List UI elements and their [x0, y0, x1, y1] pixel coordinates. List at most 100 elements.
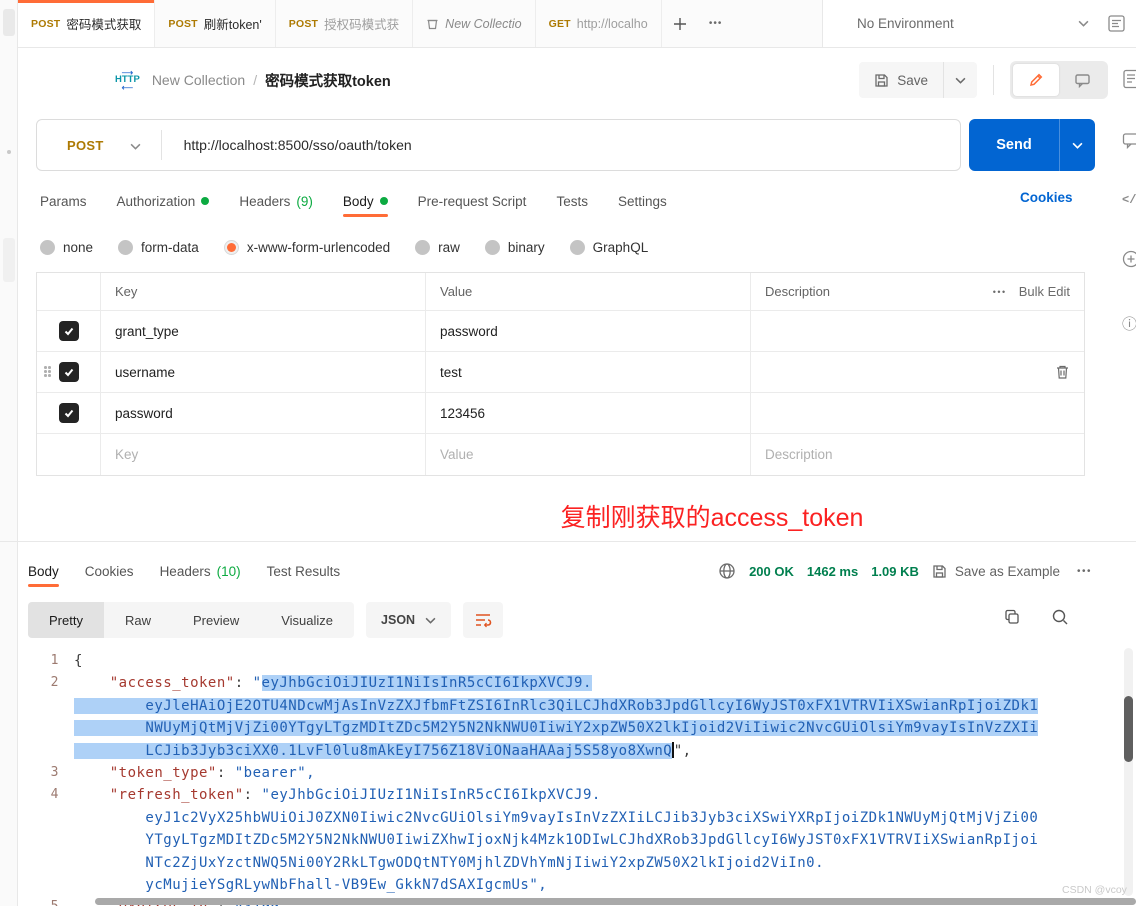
- method-selector[interactable]: POST: [67, 138, 104, 153]
- view-mode-visualize[interactable]: Visualize: [260, 602, 354, 638]
- network-globe-icon[interactable]: [718, 562, 736, 580]
- breadcrumb-collection[interactable]: New Collection: [152, 72, 245, 88]
- kv-value-input[interactable]: password: [426, 311, 751, 351]
- kv-key-input[interactable]: username: [101, 352, 426, 392]
- request-header-row: ⟶ HTTP ⟵ New Collection / 密码模式获取token Save: [18, 48, 1136, 112]
- check-icon: [64, 409, 73, 418]
- request-subtab-headers[interactable]: Headers (9): [239, 194, 313, 209]
- save-options-button[interactable]: [943, 62, 977, 98]
- comments-icon[interactable]: [1122, 132, 1136, 154]
- line-number: 1: [50, 653, 59, 668]
- body-type-form-data[interactable]: form-data: [118, 239, 199, 255]
- format-selector[interactable]: JSON: [366, 602, 452, 638]
- workspace-tab[interactable]: GET http://localho: [536, 0, 662, 47]
- search-response-button[interactable]: [1051, 608, 1069, 626]
- view-mode-preview[interactable]: Preview: [172, 602, 260, 638]
- green-dot-icon: [201, 197, 210, 205]
- related-requests-icon[interactable]: [1122, 250, 1136, 273]
- info-icon[interactable]: ⓘ: [1122, 313, 1136, 334]
- scrollbar-thumb[interactable]: [1124, 696, 1133, 762]
- response-tab-test-results[interactable]: Test Results: [267, 564, 341, 579]
- kv-description-input[interactable]: Description: [751, 434, 1084, 475]
- drag-handle-icon[interactable]: [44, 366, 52, 378]
- body-type-binary[interactable]: binary: [484, 239, 545, 255]
- kv-description-input[interactable]: [751, 311, 1084, 351]
- request-subtab-pre-request-script[interactable]: Pre-request Script: [418, 194, 527, 209]
- save-as-example-button[interactable]: Save as Example: [932, 564, 1060, 579]
- collapsed-sidebar[interactable]: [0, 0, 18, 906]
- response-tab-cookies[interactable]: Cookies: [85, 564, 134, 579]
- breadcrumb-separator: /: [253, 72, 258, 88]
- cookies-link[interactable]: Cookies: [1020, 190, 1073, 205]
- code-line: 4 "refresh_token": "eyJhbGciOiJIUzI1NiIs…: [18, 784, 1124, 806]
- request-subtab-body[interactable]: Body: [342, 194, 388, 217]
- chevron-down-icon[interactable]: [130, 143, 141, 150]
- wrap-lines-button[interactable]: [463, 602, 504, 638]
- response-status[interactable]: 200 OK: [749, 564, 794, 579]
- row-checkbox[interactable]: [58, 403, 79, 423]
- request-subtab-tests[interactable]: Tests: [556, 194, 588, 209]
- kv-more-options[interactable]: •••: [993, 287, 1007, 297]
- body-type-options: none form-data x-www-form-urlencoded raw bin…: [40, 234, 648, 260]
- body-type-none[interactable]: none: [40, 239, 93, 255]
- documentation-icon[interactable]: [1122, 69, 1136, 94]
- request-subtab-settings[interactable]: Settings: [618, 194, 667, 209]
- radio-icon: [569, 239, 585, 255]
- code-line: 2 "access_token": "eyJhbGciOiJIUzI1NiIsI…: [18, 672, 1124, 694]
- green-dot-icon: [379, 197, 388, 205]
- body-type-raw[interactable]: raw: [415, 239, 460, 255]
- copy-response-button[interactable]: [1003, 608, 1021, 626]
- body-type-GraphQL[interactable]: GraphQL: [569, 239, 648, 255]
- workspace-tab[interactable]: New Collectio: [413, 0, 536, 47]
- kv-value-input[interactable]: test: [426, 352, 751, 392]
- tab-label: New Collectio: [445, 16, 522, 31]
- response-tab-headers[interactable]: Headers (10): [160, 564, 241, 579]
- code-snippet-icon[interactable]: </>: [1122, 193, 1136, 207]
- horizontal-scrollbar[interactable]: [95, 898, 1136, 905]
- breadcrumb-request-title[interactable]: 密码模式获取token: [265, 70, 391, 91]
- code-line: YTgyLTgzMDItZDc5M2Y5N2NkNWU0IiwiZXhwIjox…: [18, 829, 1124, 851]
- request-subtab-params[interactable]: Params: [40, 194, 87, 209]
- kv-value-input[interactable]: 123456: [426, 393, 751, 433]
- collection-icon: [426, 17, 439, 30]
- workspace-tab[interactable]: POST 授权码模式获: [276, 0, 414, 47]
- send-button[interactable]: Send: [969, 119, 1059, 171]
- kv-description-input[interactable]: [751, 352, 1084, 392]
- kv-empty-row: Key Value Description: [37, 434, 1084, 475]
- environment-selector[interactable]: No Environment: [857, 16, 954, 31]
- response-time[interactable]: 1462 ms: [807, 564, 858, 579]
- bulk-edit-button[interactable]: Bulk Edit: [1019, 284, 1070, 299]
- response-body-json[interactable]: 1{2 "access_token": "eyJhbGciOiJIUzI1NiI…: [18, 645, 1124, 906]
- response-more-options-button[interactable]: •••: [1077, 566, 1092, 577]
- save-button[interactable]: Save: [859, 62, 943, 98]
- delete-row-button[interactable]: [1055, 364, 1070, 380]
- row-checkbox[interactable]: [58, 362, 79, 382]
- vertical-scrollbar[interactable]: [1124, 648, 1133, 896]
- send-button-group: Send: [969, 119, 1095, 171]
- request-subtab-authorization[interactable]: Authorization: [117, 194, 210, 209]
- url-input[interactable]: http://localhost:8500/sso/oauth/token: [184, 137, 412, 153]
- comment-mode-button[interactable]: [1059, 64, 1105, 96]
- kv-value-input[interactable]: Value: [426, 434, 751, 475]
- kv-key-input[interactable]: grant_type: [101, 311, 426, 351]
- workspace-tab[interactable]: POST 刷新token': [155, 0, 276, 47]
- edit-mode-button[interactable]: [1013, 64, 1059, 96]
- kv-key-input[interactable]: password: [101, 393, 426, 433]
- kv-header-value: Value: [426, 273, 751, 310]
- chevron-down-icon[interactable]: [1078, 20, 1089, 27]
- plus-icon: [673, 17, 686, 30]
- ellipsis-icon: •••: [708, 18, 723, 29]
- kv-description-input[interactable]: [751, 393, 1084, 433]
- new-tab-button[interactable]: [662, 0, 698, 47]
- view-mode-raw[interactable]: Raw: [104, 602, 172, 638]
- response-tab-body[interactable]: Body: [28, 564, 59, 587]
- environment-quick-look-icon[interactable]: [1107, 14, 1126, 33]
- tab-more-options-button[interactable]: •••: [698, 0, 734, 47]
- body-type-x-www-form-urlencoded[interactable]: x-www-form-urlencoded: [223, 239, 390, 255]
- workspace-tab[interactable]: POST 密码模式获取: [18, 0, 156, 47]
- kv-key-input[interactable]: Key: [101, 434, 426, 475]
- row-checkbox[interactable]: [58, 321, 79, 341]
- response-size[interactable]: 1.09 KB: [871, 564, 919, 579]
- send-options-button[interactable]: [1059, 119, 1095, 171]
- view-mode-pretty[interactable]: Pretty: [28, 602, 104, 638]
